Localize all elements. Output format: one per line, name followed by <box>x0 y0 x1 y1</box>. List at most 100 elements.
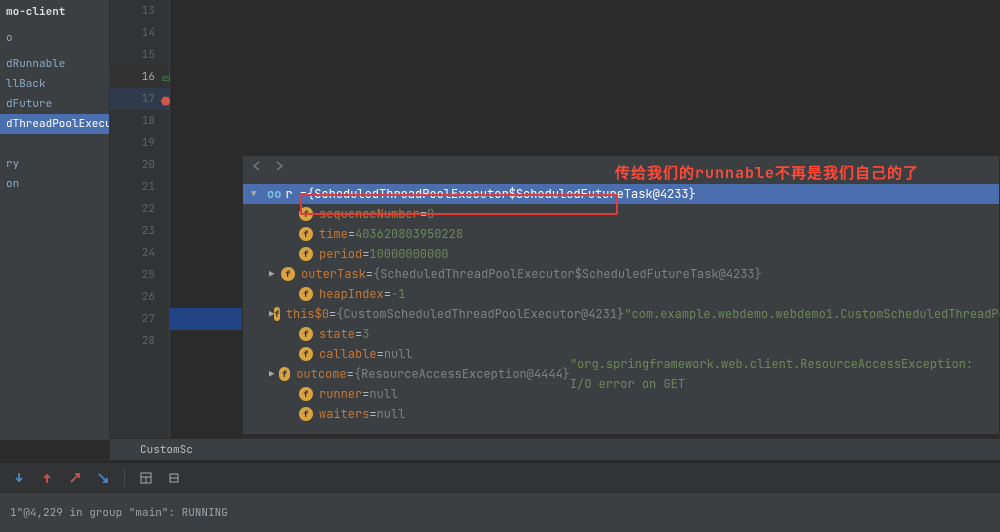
field-chip-icon: f <box>279 367 290 381</box>
sidebar-item[interactable]: dFuture <box>0 94 109 114</box>
variable-eq: = <box>420 204 427 224</box>
step-up-icon[interactable] <box>40 471 54 485</box>
status-bar: 1"@4,229 in group "main": RUNNING <box>0 492 1000 532</box>
editor-tab[interactable]: CustomSc <box>130 443 203 457</box>
line-number[interactable]: 23 <box>110 220 169 242</box>
variable-eq: = <box>377 344 384 364</box>
line-number[interactable]: 17⬣ <box>110 88 169 110</box>
line-number[interactable]: 22 <box>110 198 169 220</box>
step-out-icon[interactable] <box>68 471 82 485</box>
debug-variable-row[interactable]: ▶foutcome = {ResourceAccessException@444… <box>243 364 999 384</box>
debug-stepping-toolbar <box>0 462 1000 492</box>
sidebar-item[interactable]: dRunnable <box>0 54 109 74</box>
field-chip-icon: f <box>299 327 313 341</box>
toolbar-separator <box>124 469 125 487</box>
line-number[interactable]: 19 <box>110 132 169 154</box>
field-chip-icon: f <box>274 307 279 321</box>
line-number[interactable]: 24 <box>110 242 169 264</box>
sidebar-item[interactable]: mo-client <box>0 2 109 22</box>
line-number[interactable]: 15 <box>110 44 169 66</box>
line-number[interactable]: 18 <box>110 110 169 132</box>
line-number[interactable]: 27 <box>110 308 169 330</box>
variable-eq: = <box>369 404 376 424</box>
line-number[interactable]: 21 <box>110 176 169 198</box>
variable-value: 403620803950228 <box>355 224 463 244</box>
variable-value: "com.example.webdemo.webdemo1.CustomSche… <box>624 304 1000 324</box>
expand-icon[interactable]: ▶ <box>269 364 279 384</box>
variable-name: this$0 <box>286 304 329 324</box>
debug-back-icon[interactable] <box>251 158 263 178</box>
variable-name: period <box>319 244 362 264</box>
step-into-icon[interactable] <box>96 471 110 485</box>
field-chip-icon: f <box>299 207 313 221</box>
variable-name: runner <box>319 384 362 404</box>
variable-type: null <box>377 404 406 424</box>
code-line[interactable] <box>170 110 1000 132</box>
variable-value: -1 <box>391 284 405 304</box>
debug-variable-row[interactable]: fwaiters = null <box>243 404 999 424</box>
variable-type: {ResourceAccessException@4444} <box>354 364 570 384</box>
field-chip-icon: f <box>299 347 313 361</box>
line-number[interactable]: 13 <box>110 0 169 22</box>
variable-name: callable <box>319 344 377 364</box>
variable-eq: = <box>355 324 362 344</box>
variable-value: 10000000000 <box>369 244 448 264</box>
settings-icon[interactable] <box>167 471 181 485</box>
debug-variables-panel[interactable]: ▼ oo r = {ScheduledThreadPoolExecutor$Sc… <box>242 155 1000 435</box>
line-number[interactable]: 14 <box>110 22 169 44</box>
variable-value: 3 <box>362 324 369 344</box>
variable-eq: = <box>329 304 336 324</box>
debug-variable-row[interactable]: ▶fouterTask = {ScheduledThreadPoolExecut… <box>243 264 999 284</box>
field-chip-icon: f <box>281 267 295 281</box>
variable-value: {ScheduledThreadPoolExecutor$ScheduledFu… <box>307 184 696 204</box>
calculator-icon[interactable] <box>139 471 153 485</box>
field-chip-icon: f <box>299 287 313 301</box>
debug-forward-icon[interactable] <box>273 158 285 178</box>
variable-name: r = <box>285 184 307 204</box>
variable-eq: = <box>348 224 355 244</box>
debug-variable-row[interactable]: fheapIndex = -1 <box>243 284 999 304</box>
debug-variable-row[interactable]: ftime = 403620803950228 <box>243 224 999 244</box>
variable-name: waiters <box>319 404 369 424</box>
variable-name: time <box>319 224 348 244</box>
variable-name: sequenceNumber <box>319 204 420 224</box>
variable-value: "org.springframework.web.client.Resource… <box>570 354 999 394</box>
line-number[interactable]: 28 <box>110 330 169 352</box>
variable-type: null <box>369 384 398 404</box>
sidebar-item[interactable]: ry <box>0 154 109 174</box>
variable-name: outcome <box>296 364 346 384</box>
debug-oo-badge: oo <box>267 184 281 204</box>
variable-name: heapIndex <box>319 284 384 304</box>
debug-variable-row[interactable]: f sequenceNumber = 0 <box>243 204 999 224</box>
variable-type: {CustomScheduledThreadPoolExecutor@4231} <box>336 304 624 324</box>
debug-variable-row[interactable]: fstate = 3 <box>243 324 999 344</box>
editor-gutter[interactable]: 13 14 15 16⮹ 17⬣ 18 19 20 21 22 23 24 25… <box>110 0 170 440</box>
project-sidebar[interactable]: mo-client o dRunnable llBack dFuture dTh… <box>0 0 110 440</box>
line-number[interactable]: 20 <box>110 154 169 176</box>
line-number[interactable]: 16⮹ <box>110 66 169 88</box>
field-chip-icon: f <box>299 247 313 261</box>
expand-icon[interactable]: ▶ <box>269 264 281 284</box>
line-number[interactable]: 26 <box>110 286 169 308</box>
code-line[interactable] <box>170 44 1000 66</box>
sidebar-item-selected[interactable]: dThreadPoolExecutc <box>0 114 109 134</box>
variable-eq: = <box>366 264 373 284</box>
variable-eq: = <box>362 244 369 264</box>
step-down-icon[interactable] <box>12 471 26 485</box>
debug-variable-row[interactable]: ▶fthis$0 = {CustomScheduledThreadPoolExe… <box>243 304 999 324</box>
debug-variable-root[interactable]: ▼ oo r = {ScheduledThreadPoolExecutor$Sc… <box>243 184 999 204</box>
debug-toolbar <box>243 156 999 180</box>
editor-tab-strip[interactable]: CustomSc <box>110 438 1000 460</box>
debug-variable-row[interactable]: fperiod = 10000000000 <box>243 244 999 264</box>
thread-status-text: 1"@4,229 in group "main": RUNNING <box>10 506 228 520</box>
collapse-icon[interactable]: ▼ <box>251 184 263 204</box>
sidebar-item[interactable]: llBack <box>0 74 109 94</box>
variable-name: state <box>319 324 355 344</box>
sidebar-item[interactable]: o <box>0 28 109 48</box>
variable-eq: = <box>362 384 369 404</box>
line-number[interactable]: 25 <box>110 264 169 286</box>
sidebar-item[interactable]: on <box>0 174 109 194</box>
variable-type: null <box>384 344 413 364</box>
variable-value: 0 <box>427 204 434 224</box>
variable-type: {ScheduledThreadPoolExecutor$ScheduledFu… <box>373 264 762 284</box>
